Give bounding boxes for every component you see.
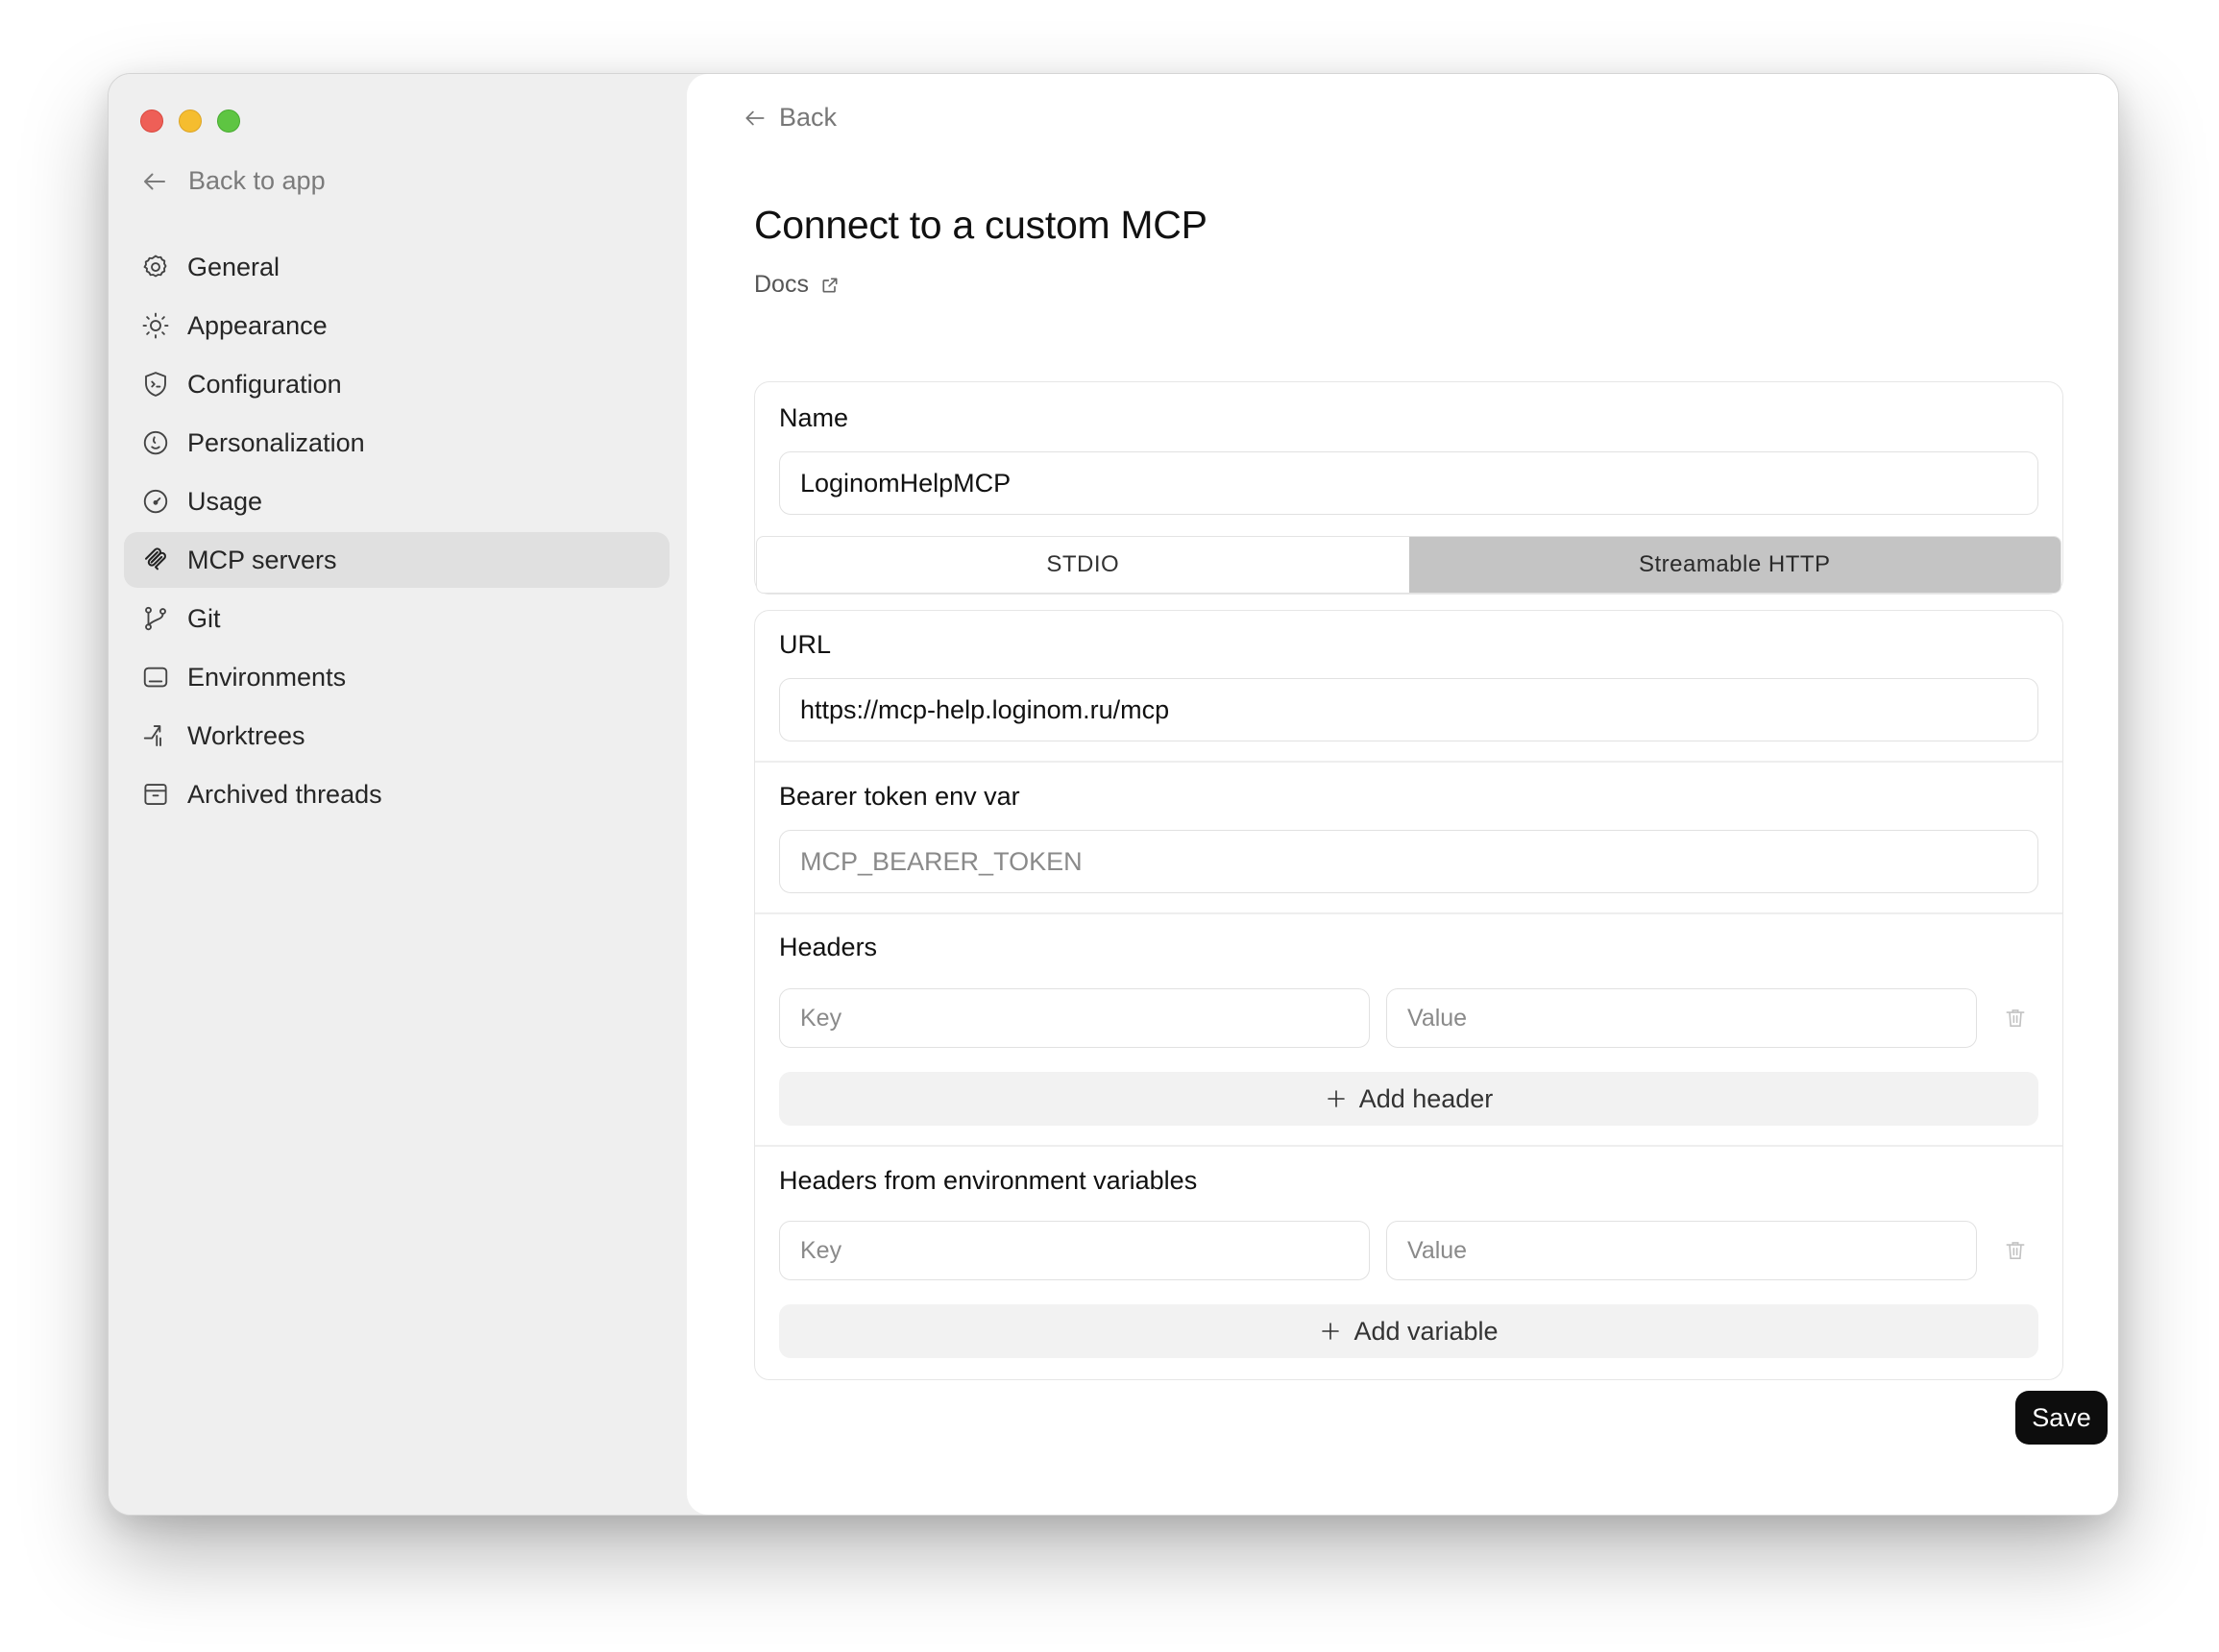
sidebar-item-usage[interactable]: Usage: [124, 474, 670, 529]
header-value-input[interactable]: Value: [1386, 988, 1977, 1048]
bearer-label: Bearer token env var: [779, 782, 1020, 811]
name-value: LoginomHelpMCP: [800, 468, 1012, 498]
sidebar: Back to app General Appearance Configura…: [109, 74, 687, 1515]
sidebar-item-git[interactable]: Git: [124, 591, 670, 646]
sidebar-item-label: Worktrees: [187, 720, 305, 750]
docs-link[interactable]: Docs: [754, 271, 840, 299]
page-title: Connect to a custom MCP: [754, 203, 1207, 247]
add-header-label: Add header: [1358, 1083, 1494, 1113]
settings-window: Back to app General Appearance Configura…: [108, 73, 2119, 1516]
sidebar-item-label: General: [187, 252, 280, 281]
divider: [755, 761, 2062, 763]
sidebar-item-personalization[interactable]: Personalization: [124, 415, 670, 471]
header-value-placeholder: Value: [1407, 1004, 1468, 1032]
sidebar-item-label: Appearance: [187, 310, 328, 340]
worktree-icon: [143, 725, 161, 746]
url-input[interactable]: https://mcp-help.loginom.ru/mcp: [779, 678, 2038, 741]
shield-terminal-icon: [145, 372, 166, 397]
sidebar-item-label: Personalization: [187, 427, 365, 457]
url-label: URL: [779, 630, 832, 659]
name-input[interactable]: LoginomHelpMCP: [779, 451, 2038, 515]
window-controls: [140, 109, 240, 133]
sidebar-item-appearance[interactable]: Appearance: [124, 298, 670, 353]
back-to-app-label: Back to app: [188, 166, 326, 195]
git-branch-icon: [145, 606, 166, 631]
sidebar-item-configuration[interactable]: Configuration: [124, 356, 670, 412]
main-panel: Back Connect to a custom MCP Docs Name L…: [687, 74, 2118, 1515]
name-card: Name LoginomHelpMCP STDIO Streamable HTT…: [754, 381, 2063, 595]
sidebar-item-environments[interactable]: Environments: [124, 649, 670, 705]
env-header-value-placeholder: Value: [1407, 1236, 1468, 1264]
back-label: Back: [779, 103, 838, 132]
sidebar-item-label: Git: [187, 603, 221, 633]
face-icon: [143, 430, 168, 455]
sidebar-item-label: Configuration: [187, 369, 342, 399]
back-link[interactable]: Back: [743, 103, 837, 133]
bearer-token-input[interactable]: MCP_BEARER_TOKEN: [779, 830, 2038, 893]
zoom-window-button[interactable]: [217, 109, 240, 133]
divider: [755, 1145, 2062, 1147]
add-variable-button[interactable]: Add variable: [779, 1304, 2038, 1358]
transport-segmented-control: STDIO Streamable HTTP: [756, 536, 2061, 594]
url-value: https://mcp-help.loginom.ru/mcp: [800, 694, 1170, 724]
name-label: Name: [779, 403, 849, 432]
sun-icon: [142, 312, 169, 339]
env-header-key-input[interactable]: Key: [779, 1221, 1370, 1280]
arrow-left-icon: [745, 110, 765, 125]
header-key-input[interactable]: Key: [779, 988, 1370, 1048]
sidebar-item-label: Usage: [187, 486, 263, 516]
mcp-icon: [145, 547, 166, 571]
add-header-button[interactable]: Add header: [779, 1072, 2038, 1126]
divider: [755, 912, 2062, 914]
settings-nav: General Appearance Configuration Persona…: [124, 239, 670, 825]
save-button[interactable]: Save: [2015, 1391, 2108, 1445]
add-variable-label: Add variable: [1353, 1316, 1499, 1346]
arrow-left-icon: [144, 173, 165, 189]
sidebar-item-worktrees[interactable]: Worktrees: [124, 708, 670, 764]
env-header-value-input[interactable]: Value: [1386, 1221, 1977, 1280]
headers-label: Headers: [779, 933, 878, 961]
env-header-key-placeholder: Key: [800, 1236, 842, 1264]
docs-label: Docs: [754, 271, 809, 298]
sidebar-item-archived-threads[interactable]: Archived threads: [124, 766, 670, 822]
sidebar-item-label: Archived threads: [187, 779, 382, 809]
bearer-placeholder: MCP_BEARER_TOKEN: [800, 846, 1083, 876]
archive-icon: [144, 784, 167, 805]
sidebar-item-label: MCP servers: [187, 545, 337, 574]
external-link-icon: [822, 278, 838, 292]
close-window-button[interactable]: [140, 109, 163, 133]
plus-icon: [1327, 1090, 1345, 1107]
window-icon: [143, 667, 168, 688]
gear-icon: [143, 255, 167, 278]
sidebar-item-general[interactable]: General: [124, 239, 670, 295]
header-key-placeholder: Key: [800, 1004, 842, 1032]
sidebar-item-label: Environments: [187, 662, 347, 692]
trash-icon[interactable]: [2003, 1005, 2028, 1032]
trash-icon[interactable]: [2003, 1237, 2028, 1264]
env-headers-label: Headers from environment variables: [779, 1166, 1198, 1195]
minimize-window-button[interactable]: [179, 109, 202, 133]
gauge-icon: [143, 489, 168, 514]
plus-icon: [1322, 1323, 1340, 1340]
sidebar-item-mcp-servers[interactable]: MCP servers: [124, 532, 670, 588]
back-to-app-link[interactable]: Back to app: [140, 166, 326, 196]
tab-streamable-http[interactable]: Streamable HTTP: [1408, 537, 2060, 593]
http-settings-card: URL https://mcp-help.loginom.ru/mcp Bear…: [754, 610, 2063, 1380]
tab-stdio[interactable]: STDIO: [757, 537, 1409, 593]
